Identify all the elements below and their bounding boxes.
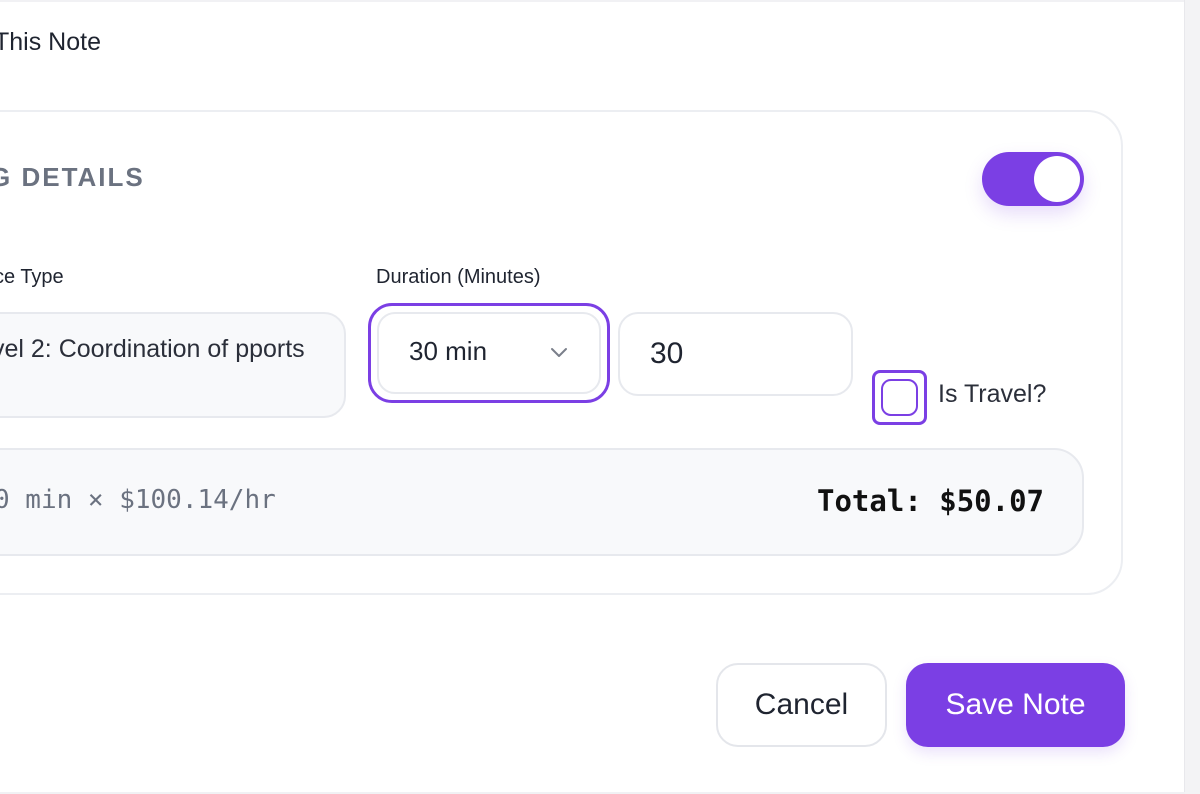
top-border <box>0 0 1185 2</box>
duration-label: Duration (Minutes) <box>376 266 541 288</box>
is-travel-label: Is Travel? <box>938 380 1047 408</box>
checkbox-box <box>881 379 918 416</box>
duration-select[interactable]: 30 min <box>368 303 610 403</box>
calc-formula: 0 min × $100.14/hr <box>0 485 276 515</box>
billing-calculation: 0 min × $100.14/hr Total: $50.07 <box>0 448 1084 556</box>
duration-select-inner: 30 min <box>377 312 601 394</box>
billing-toggle[interactable] <box>982 152 1084 206</box>
service-type-select[interactable]: vel 2: Coordination of pports <box>0 312 346 418</box>
duration-minutes-input[interactable] <box>618 312 853 396</box>
calc-total: Total: $50.07 <box>817 484 1044 518</box>
billing-section-title: ING DETAILS <box>0 162 145 192</box>
toggle-knob <box>1034 156 1080 202</box>
save-note-button[interactable]: Save Note <box>906 663 1125 747</box>
duration-selected-value: 30 min <box>409 336 488 366</box>
is-travel-checkbox[interactable] <box>872 370 927 425</box>
scrollbar-track[interactable] <box>1184 0 1200 794</box>
note-heading: This Note <box>0 28 101 56</box>
chevron-down-icon <box>551 348 567 357</box>
cancel-button[interactable]: Cancel <box>716 663 887 747</box>
service-type-value: vel 2: Coordination of pports <box>0 335 305 363</box>
service-type-label: ce Type <box>0 266 64 288</box>
note-modal: This Note ING DETAILS ce Type Duration (… <box>0 0 1200 794</box>
